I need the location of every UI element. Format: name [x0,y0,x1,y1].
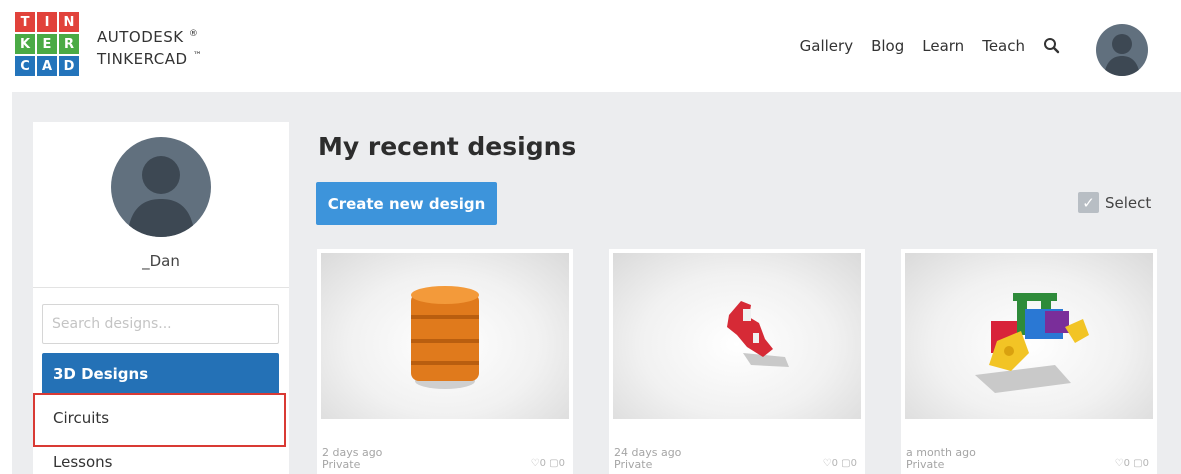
brand-line-tinkercad: TINKERCAD [97,50,188,68]
search-designs-input[interactable] [42,304,279,344]
design-meta: 24 days ago Private [614,447,681,471]
top-nav: Gallery Blog Learn Teach [800,37,1061,55]
user-avatar-icon[interactable] [1096,24,1148,76]
create-new-design-button[interactable]: Create new design [316,182,497,225]
design-thumbnail[interactable] [321,253,569,419]
design-thumbnail[interactable] [905,253,1153,419]
search-icon[interactable] [1043,37,1061,55]
logo-tile: R [59,34,79,54]
design-visibility: Private [614,458,653,471]
comment-count: 0 [850,458,857,469]
logo-tile: A [37,56,57,76]
comment-count: 0 [1142,458,1149,469]
sidebar-item-3d-designs[interactable]: 3D Designs [42,353,279,395]
design-card[interactable]: a month ago Private ♡0 ▢0 [901,249,1157,474]
top-header: T I N K E R C A D AUTODESK ® TINKERCAD ™… [0,0,1181,92]
profile-avatar-icon[interactable] [111,137,211,237]
comment-count: 0 [558,458,565,469]
circuits-highlight-box [33,393,286,447]
logo-tile: D [59,56,79,76]
logo-tile: C [15,56,35,76]
tinkercad-logo[interactable]: T I N K E R C A D [15,12,79,76]
nav-gallery[interactable]: Gallery [800,37,853,55]
design-visibility: Private [322,458,361,471]
heart-icon: ♡ [822,458,832,469]
sidebar-divider [33,287,289,288]
username[interactable]: _Dan [33,252,289,270]
design-card[interactable]: 2 days ago Private ♡0 ▢0 [317,249,573,474]
design-meta: a month ago Private [906,447,976,471]
design-stats: ♡0 ▢0 [823,458,857,469]
design-thumbnail[interactable] [613,253,861,419]
like-count: 0 [831,458,838,469]
heart-icon: ♡ [530,458,540,469]
design-visibility: Private [906,458,945,471]
select-toggle[interactable]: ✓ Select [1078,192,1151,213]
select-checkbox-icon[interactable]: ✓ [1078,192,1099,213]
registered-mark: ® [188,29,199,39]
logo-tile: E [37,34,57,54]
design-card[interactable]: 24 days ago Private ♡0 ▢0 [609,249,865,474]
comment-icon: ▢ [841,458,851,469]
brand-line-autodesk: AUTODESK [97,28,184,46]
logo-tile: I [37,12,57,32]
nav-blog[interactable]: Blog [871,37,904,55]
nav-learn[interactable]: Learn [922,37,964,55]
design-meta: 2 days ago Private [322,447,382,471]
logo-tile: T [15,12,35,32]
comment-icon: ▢ [1133,458,1143,469]
heart-icon: ♡ [1114,458,1124,469]
trademark-mark: ™ [192,51,203,61]
page-title: My recent designs [318,132,577,161]
design-stats: ♡0 ▢0 [531,458,565,469]
logo-tile: N [59,12,79,32]
brand-name[interactable]: AUTODESK ® TINKERCAD ™ [97,25,202,69]
comment-icon: ▢ [549,458,559,469]
design-stats: ♡0 ▢0 [1115,458,1149,469]
nav-teach[interactable]: Teach [982,37,1025,55]
like-count: 0 [1123,458,1130,469]
select-label: Select [1105,193,1152,212]
logo-tile: K [15,34,35,54]
like-count: 0 [539,458,546,469]
